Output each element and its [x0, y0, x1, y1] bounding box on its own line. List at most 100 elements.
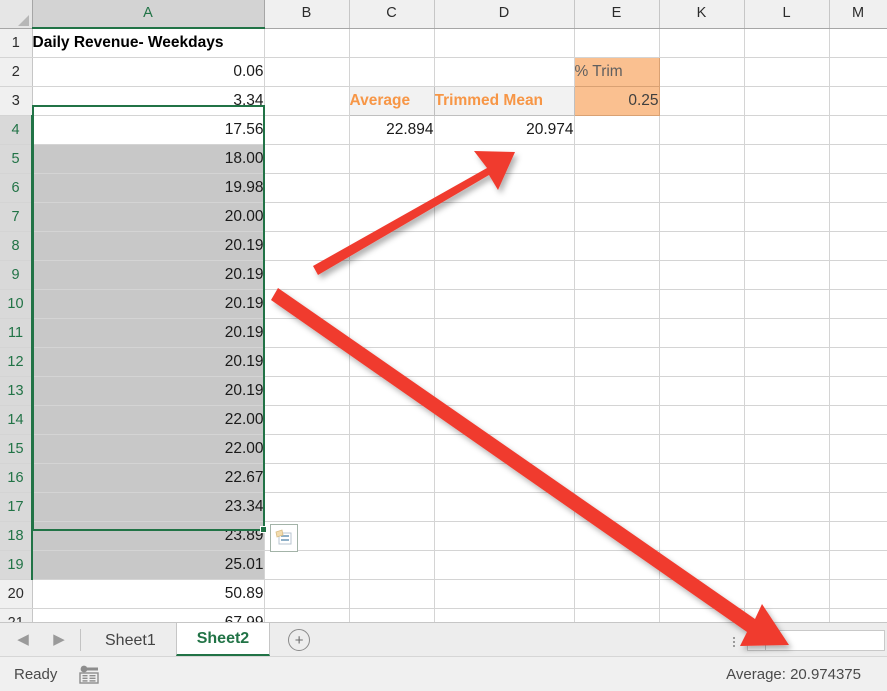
cell-e18[interactable]	[574, 521, 659, 550]
cell-k17[interactable]	[659, 492, 744, 521]
cell-m9[interactable]	[829, 260, 887, 289]
cell-a5[interactable]: 18.00	[32, 144, 264, 173]
cell-e17[interactable]	[574, 492, 659, 521]
cell-d4-trimmed-mean-value[interactable]: 20.974	[434, 115, 574, 144]
row-header-2[interactable]: 2	[0, 57, 32, 86]
quick-analysis-button[interactable]	[270, 524, 298, 552]
cell-k13[interactable]	[659, 376, 744, 405]
cell-d5[interactable]	[434, 144, 574, 173]
cell-l18[interactable]	[744, 521, 829, 550]
cell-d11[interactable]	[434, 318, 574, 347]
cell-d20[interactable]	[434, 579, 574, 608]
cell-c18[interactable]	[349, 521, 434, 550]
select-all-corner[interactable]	[0, 0, 32, 28]
row-header-1[interactable]: 1	[0, 28, 32, 57]
cell-a6[interactable]: 19.98	[32, 173, 264, 202]
cell-c7[interactable]	[349, 202, 434, 231]
cell-e8[interactable]	[574, 231, 659, 260]
cell-e1[interactable]	[574, 28, 659, 57]
cell-l10[interactable]	[744, 289, 829, 318]
cell-k12[interactable]	[659, 347, 744, 376]
row-header-11[interactable]: 11	[0, 318, 32, 347]
column-header-k[interactable]: K	[659, 0, 744, 28]
cell-e7[interactable]	[574, 202, 659, 231]
cell-b3[interactable]	[264, 86, 349, 115]
cell-d21[interactable]	[434, 608, 574, 622]
cell-d10[interactable]	[434, 289, 574, 318]
cell-e9[interactable]	[574, 260, 659, 289]
row-header-18[interactable]: 18	[0, 521, 32, 550]
cell-m21[interactable]	[829, 608, 887, 622]
cell-l2[interactable]	[744, 57, 829, 86]
row-header-3[interactable]: 3	[0, 86, 32, 115]
cell-k6[interactable]	[659, 173, 744, 202]
cell-a2[interactable]: 0.06	[32, 57, 264, 86]
cell-a1[interactable]: Daily Revenue- Weekdays	[32, 28, 264, 57]
cell-k11[interactable]	[659, 318, 744, 347]
cell-m10[interactable]	[829, 289, 887, 318]
cell-d13[interactable]	[434, 376, 574, 405]
sheet-nav-prev-icon[interactable]: ◀	[14, 630, 32, 648]
cell-b19[interactable]	[264, 550, 349, 579]
cell-k21[interactable]	[659, 608, 744, 622]
cell-k14[interactable]	[659, 405, 744, 434]
cell-e15[interactable]	[574, 434, 659, 463]
cell-l7[interactable]	[744, 202, 829, 231]
cell-m5[interactable]	[829, 144, 887, 173]
cell-e10[interactable]	[574, 289, 659, 318]
cell-b9[interactable]	[264, 260, 349, 289]
cell-e11[interactable]	[574, 318, 659, 347]
cell-e5[interactable]	[574, 144, 659, 173]
cell-e14[interactable]	[574, 405, 659, 434]
cell-d8[interactable]	[434, 231, 574, 260]
cell-b2[interactable]	[264, 57, 349, 86]
cell-m20[interactable]	[829, 579, 887, 608]
cell-a11[interactable]: 20.19	[32, 318, 264, 347]
cell-a17[interactable]: 23.34	[32, 492, 264, 521]
cell-b1[interactable]	[264, 28, 349, 57]
column-header-a[interactable]: A	[32, 0, 264, 28]
cell-l12[interactable]	[744, 347, 829, 376]
row-header-21[interactable]: 21	[0, 608, 32, 622]
cell-b16[interactable]	[264, 463, 349, 492]
cell-d16[interactable]	[434, 463, 574, 492]
cell-m13[interactable]	[829, 376, 887, 405]
worksheet-grid[interactable]: A B C D E K L M 1 Daily Revenue- Weekday…	[0, 0, 887, 622]
cell-l20[interactable]	[744, 579, 829, 608]
add-sheet-button[interactable]: +	[288, 629, 310, 651]
cell-a12[interactable]: 20.19	[32, 347, 264, 376]
cell-k3[interactable]	[659, 86, 744, 115]
cell-d2[interactable]	[434, 57, 574, 86]
cell-m18[interactable]	[829, 521, 887, 550]
cell-k1[interactable]	[659, 28, 744, 57]
column-header-e[interactable]: E	[574, 0, 659, 28]
cell-b7[interactable]	[264, 202, 349, 231]
cell-a19[interactable]: 25.01	[32, 550, 264, 579]
cell-b13[interactable]	[264, 376, 349, 405]
cell-m15[interactable]	[829, 434, 887, 463]
cell-l21[interactable]	[744, 608, 829, 622]
cell-e20[interactable]	[574, 579, 659, 608]
tab-resize-handle[interactable]	[729, 637, 739, 647]
cell-c15[interactable]	[349, 434, 434, 463]
cell-b8[interactable]	[264, 231, 349, 260]
column-header-d[interactable]: D	[434, 0, 574, 28]
row-header-16[interactable]: 16	[0, 463, 32, 492]
row-header-14[interactable]: 14	[0, 405, 32, 434]
cell-b5[interactable]	[264, 144, 349, 173]
row-header-19[interactable]: 19	[0, 550, 32, 579]
cell-l6[interactable]	[744, 173, 829, 202]
cell-a16[interactable]: 22.67	[32, 463, 264, 492]
row-header-12[interactable]: 12	[0, 347, 32, 376]
cell-a21[interactable]: 67.99	[32, 608, 264, 622]
cell-d6[interactable]	[434, 173, 574, 202]
cell-b17[interactable]	[264, 492, 349, 521]
cell-a18[interactable]: 23.89	[32, 521, 264, 550]
cell-l4[interactable]	[744, 115, 829, 144]
cell-k19[interactable]	[659, 550, 744, 579]
cell-a15[interactable]: 22.00	[32, 434, 264, 463]
cell-k2[interactable]	[659, 57, 744, 86]
cell-l14[interactable]	[744, 405, 829, 434]
row-header-6[interactable]: 6	[0, 173, 32, 202]
cell-c2[interactable]	[349, 57, 434, 86]
